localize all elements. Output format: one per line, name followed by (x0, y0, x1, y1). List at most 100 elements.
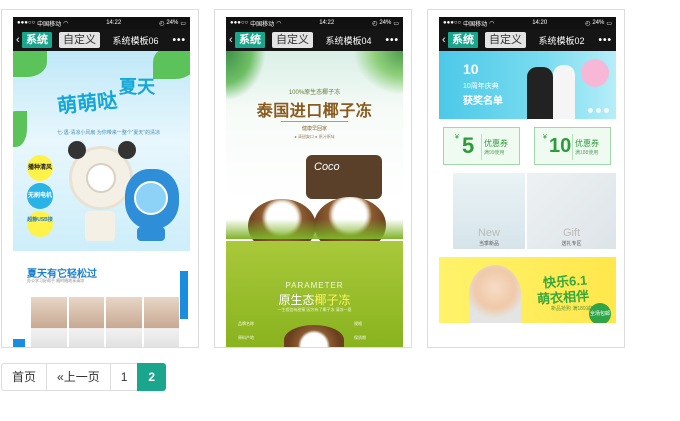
badge-custom: 自定义 (59, 32, 100, 48)
param-title-b: 椰子冻 (314, 293, 351, 307)
more-icon[interactable]: ••• (172, 35, 186, 46)
template-card-02[interactable]: ●●●○○ 中国移动 ◠ 14:20 ◴ 24% ▭ ‹ 系统模板02 ••• 系统 自… (427, 9, 625, 348)
nav-bar: ‹ 系统模板06 ••• 系统 自定义 (13, 29, 190, 51)
anniversary-banner: 10 10周年庆典 获奖名单 (439, 51, 616, 119)
people-photos (31, 297, 179, 347)
status-bar: ●●●○○ 中国移动 ◠ 14:22 ◴ 24% ▭ (13, 17, 190, 29)
badge-custom: 自定义 (485, 32, 526, 48)
spec-label: 保质期 (354, 335, 366, 340)
badge-custom: 自定义 (272, 32, 313, 48)
signal-icon: ●●●○○ (230, 20, 249, 26)
phone-preview: ●●●○○ 中国移动 ◠ 14:22 ◴ 24% ▭ ‹ 系统模板04 ••• 系统 自… (226, 17, 403, 347)
status-bar: ●●●○○ 中国移动 ◠ 14:22 ◴ 24% ▭ (226, 17, 403, 29)
fan-stand (85, 211, 115, 241)
back-chevron-icon[interactable]: ‹ (16, 34, 20, 46)
feature-bubble: 超静USB接 (27, 211, 53, 237)
dot[interactable] (596, 108, 601, 113)
phone-preview: ●●●○○ 中国移动 ◠ 14:22 ◴ 24% ▭ ‹ 系统模板06 ••• 系统 自… (13, 17, 190, 347)
carousel-dots[interactable] (588, 108, 609, 113)
parameter-section: PARAMETER 原生态椰子冻 一生相信有甜蜜 因为有了椰子冻 清凉一夏 品牌… (226, 241, 403, 347)
fan-ear (118, 141, 136, 159)
more-icon[interactable]: ••• (385, 35, 399, 46)
battery-label: 24% (592, 20, 605, 26)
leaf-decoration (13, 51, 47, 77)
template-card-04[interactable]: ●●●○○ 中国移动 ◠ 14:22 ◴ 24% ▭ ‹ 系统模板04 ••• 系统 自… (214, 9, 412, 348)
pagination-page-1[interactable]: 1 (109, 363, 139, 391)
banner-line2: 获奖名单 (463, 96, 503, 107)
wifi-icon: ◠ (489, 20, 495, 27)
feature-bubble: 无刷电机 (27, 183, 53, 209)
headline-a: 萌萌哒 (56, 89, 119, 119)
kid-figure (553, 65, 575, 119)
banner-features: ● 清甜爽口 ● 原汁原味 (294, 134, 335, 139)
status-bar: ●●●○○ 中国移动 ◠ 14:20 ◴ 24% ▭ (439, 17, 616, 29)
divider (572, 134, 573, 160)
coupon[interactable]: ¥ 5 优惠券 满99使用 (443, 127, 520, 165)
badge-system: 系统 (235, 32, 265, 48)
coconut-image (284, 325, 344, 347)
feature-bubble: 播种清风 (27, 155, 53, 181)
photo-new[interactable]: New 当季新品 (453, 173, 525, 249)
headline-sub: 七·遇·清凉小风扇 为你带来一整个“夏天”的清凉 (57, 130, 161, 136)
photo (68, 297, 104, 347)
nav-bar: ‹ 系统模板02 ••• 系统 自定义 (439, 29, 616, 51)
banner-subtitle: 健康早回家 (301, 126, 327, 132)
wifi-icon: ◠ (63, 20, 69, 27)
status-time: 14:22 (319, 20, 335, 26)
section-subtitle: 办公学习好帮手 随时随地享清凉 (27, 278, 85, 283)
spec-label: 品牌名称 (238, 321, 254, 326)
photo-label: Gift (562, 227, 581, 239)
leaf-decoration (13, 111, 27, 147)
content-footer (439, 323, 616, 347)
coupon-amount: 10 (549, 135, 572, 157)
photo-label: New (477, 227, 500, 239)
product-box: Coco (306, 155, 382, 199)
wifi-icon: ◠ (276, 20, 282, 27)
photo-gift[interactable]: Gift 送礼专区 (527, 173, 616, 249)
coupon[interactable]: ¥ 10 优惠券 满188使用 (534, 127, 611, 165)
coupon-name: 优惠券 (484, 139, 508, 148)
summer-banner: 萌萌哒 夏天 七·遇·清凉小风扇 为你带来一整个“夏天”的清凉 播种清风 无刷电… (13, 51, 190, 251)
coupon-desc: 满99使用 (484, 150, 505, 156)
back-chevron-icon[interactable]: ‹ (442, 34, 446, 46)
pagination-prev[interactable]: «上一页 (46, 363, 111, 391)
photo (31, 297, 67, 347)
battery-icon: ▭ (180, 20, 186, 27)
signal-icon: ●●●○○ (443, 20, 462, 26)
coconut-banner: 100%原生态椰子冻 泰国进口椰子冻 健康早回家 ● 清甜爽口 ● 原汁原味 C… (226, 51, 403, 203)
pagination: 首页 «上一页 1 2 (1, 363, 167, 391)
phone-preview: ●●●○○ 中国移动 ◠ 14:20 ◴ 24% ▭ ‹ 系统模板02 ••• 系统 自… (439, 17, 616, 347)
param-heading: PARAMETER (285, 281, 344, 290)
section-block: 夏天有它轻松过 办公学习好帮手 随时随地享清凉 (13, 261, 190, 347)
status-time: 14:20 (532, 20, 548, 26)
photo (143, 297, 179, 347)
spec-label: 原料产地 (238, 335, 254, 340)
template-grid: ●●●○○ 中国移动 ◠ 14:22 ◴ 24% ▭ ‹ 系统模板06 ••• 系统 自… (0, 0, 680, 360)
more-icon[interactable]: ••• (598, 35, 612, 46)
fan-stand (137, 227, 165, 241)
brand-label: Coco (314, 161, 340, 173)
template-card-06[interactable]: ●●●○○ 中国移动 ◠ 14:22 ◴ 24% ▭ ‹ 系统模板06 ••• 系统 自… (1, 9, 199, 348)
param-title: 原生态椰子冻 (226, 291, 403, 308)
pagination-first[interactable]: 首页 (1, 363, 48, 391)
promo-badge: 全场包邮 (589, 303, 611, 325)
back-chevron-icon[interactable]: ‹ (229, 34, 233, 46)
battery-label: 24% (166, 20, 179, 26)
leaf-decoration (153, 51, 190, 79)
fan-ear (68, 141, 86, 159)
spec-label: 规格 (354, 321, 362, 326)
dot[interactable] (588, 108, 593, 113)
dot[interactable] (604, 108, 609, 113)
blue-fan-image (125, 169, 179, 229)
divider (481, 134, 482, 160)
photo-sub: 当季新品 (478, 241, 499, 247)
kid-figure (527, 67, 553, 119)
photo-sub: 送礼专区 (561, 241, 582, 247)
status-time: 14:22 (106, 20, 122, 26)
childrens-day-banner: 快乐6.1 萌衣相伴 新品抢购 满189减50 全场包邮 (439, 257, 616, 325)
ice-cream-decoration (581, 59, 609, 87)
coupon-desc: 满188使用 (575, 150, 599, 156)
battery-icon: ▭ (606, 20, 612, 27)
fan-blade (134, 181, 168, 215)
pagination-page-2[interactable]: 2 (137, 363, 167, 391)
